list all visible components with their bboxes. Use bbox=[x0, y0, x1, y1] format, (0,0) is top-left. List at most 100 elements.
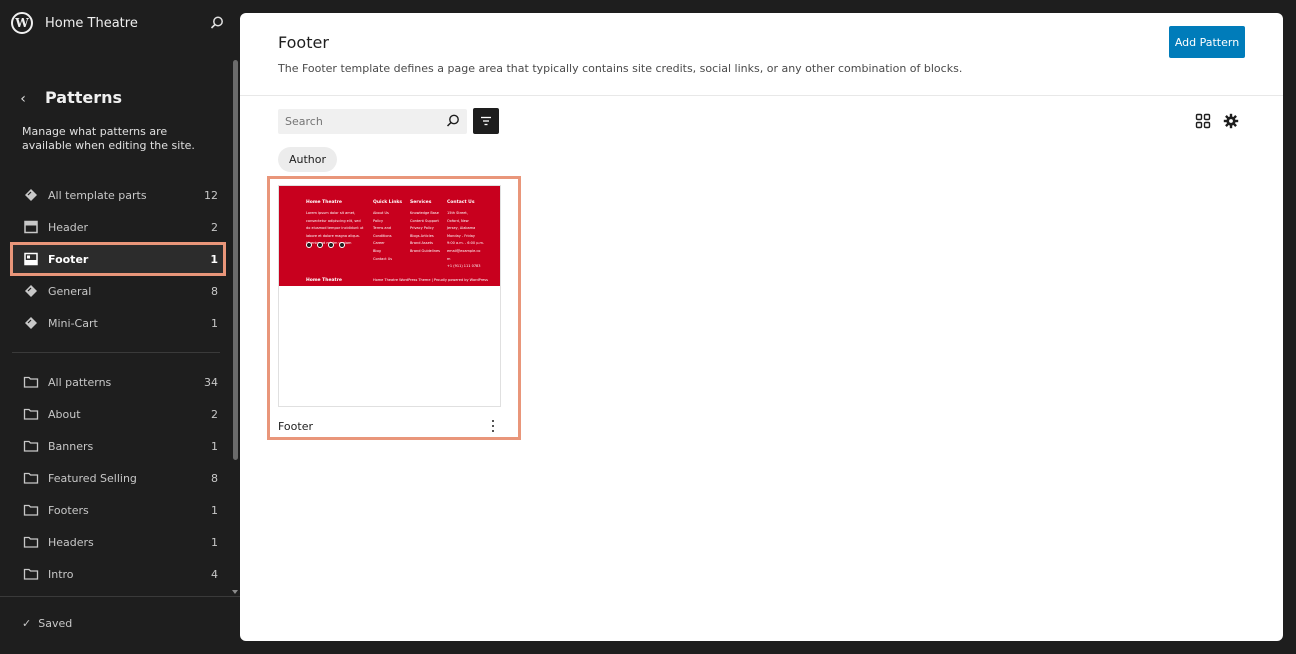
search-input[interactable] bbox=[278, 109, 438, 134]
preview-text: +1 (911) 111 0783 bbox=[447, 264, 481, 269]
sidebar-item-mini-cart[interactable]: Mini-Cart 1 bbox=[12, 308, 224, 338]
site-title[interactable]: Home Theatre bbox=[45, 16, 138, 31]
preview-text: 9:00 a.m. - 6:00 p.m. bbox=[447, 241, 485, 246]
sidebar-item-label: Intro bbox=[48, 567, 74, 581]
footer-preview: Home Theatre Lorem ipsum dolor sit amet,… bbox=[279, 186, 500, 286]
filter-icon bbox=[481, 116, 491, 126]
sidebar-item-count: 8 bbox=[211, 471, 218, 485]
preview-social-icons bbox=[306, 242, 345, 248]
pattern-card-title[interactable]: Footer bbox=[278, 420, 313, 433]
sidebar-item-about[interactable]: About 2 bbox=[12, 399, 224, 429]
folder-icon bbox=[22, 501, 40, 519]
preview-text: m bbox=[447, 256, 451, 261]
preview-text: consectetur adipiscing elit, sed bbox=[306, 218, 361, 223]
preview-footer-credit: Home Theatre WordPress Theme | Proudly p… bbox=[373, 278, 488, 282]
sidebar-scrollbar[interactable] bbox=[230, 48, 240, 596]
sidebar: W Home Theatre ‹ Patterns Manage what pa… bbox=[0, 0, 240, 654]
preview-link: Blogs Articles bbox=[410, 233, 434, 238]
search-icon[interactable] bbox=[445, 113, 461, 129]
sidebar-item-count: 1 bbox=[211, 535, 218, 549]
sidebar-item-count: 4 bbox=[211, 567, 218, 581]
sidebar-item-footers[interactable]: Footers 1 bbox=[12, 495, 224, 525]
preview-link: Brand Guidelines bbox=[410, 248, 440, 253]
sidebar-item-all-patterns[interactable]: All patterns 34 bbox=[12, 367, 224, 397]
sidebar-item-count: 1 bbox=[211, 316, 218, 330]
preview-text: labore et dolore magna aliqua. bbox=[306, 233, 360, 238]
preview-link: Blog bbox=[373, 248, 381, 253]
preview-link: Content Support bbox=[410, 218, 439, 223]
check-icon: ✓ bbox=[22, 617, 32, 630]
search-box bbox=[278, 109, 467, 134]
social-icon bbox=[339, 242, 345, 248]
scrollbar-thumb[interactable] bbox=[233, 60, 238, 460]
filter-button[interactable] bbox=[473, 108, 499, 134]
more-options-icon[interactable] bbox=[488, 418, 498, 434]
sidebar-item-general[interactable]: General 8 bbox=[12, 276, 224, 306]
folder-icon bbox=[22, 469, 40, 487]
sidebar-item-count: 12 bbox=[204, 188, 218, 202]
sidebar-divider bbox=[12, 352, 220, 353]
preview-link: Brand Assets bbox=[410, 241, 433, 246]
sidebar-item-intro[interactable]: Intro 4 bbox=[12, 559, 224, 589]
preview-link: Policy bbox=[373, 218, 384, 223]
footer-icon bbox=[22, 250, 40, 268]
page-description: The Footer template defines a page area … bbox=[278, 62, 963, 75]
sidebar-item-label: Mini-Cart bbox=[48, 316, 98, 330]
preview-link: About Us bbox=[373, 211, 389, 215]
grid-view-icon[interactable] bbox=[1194, 112, 1212, 130]
sidebar-item-label: General bbox=[48, 284, 92, 298]
sidebar-scroll-area: ‹ Patterns Manage what patterns are avai… bbox=[0, 60, 240, 595]
preview-quick-links: Quick Links About Us Policy Terms and Co… bbox=[373, 200, 402, 264]
preview-text: Lorem ipsum dolor sit amet, bbox=[306, 211, 356, 215]
sidebar-item-footer[interactable]: Footer 1 bbox=[10, 242, 226, 276]
social-icon bbox=[328, 242, 334, 248]
preview-link: Privacy Policy bbox=[410, 226, 434, 231]
preview-contact: Contact Us 15th Street, Oxford, New Jers… bbox=[447, 200, 484, 272]
author-filter-chip[interactable]: Author bbox=[278, 147, 338, 172]
header-icon bbox=[22, 218, 40, 236]
sidebar-item-count: 1 bbox=[210, 252, 218, 266]
sidebar-item-label: All template parts bbox=[48, 188, 147, 202]
preview-services: Services Knowledge Base Content Support … bbox=[410, 200, 440, 257]
sidebar-item-count: 1 bbox=[211, 439, 218, 453]
pattern-card[interactable]: Home Theatre Lorem ipsum dolor sit amet,… bbox=[267, 176, 521, 440]
back-chevron-icon[interactable]: ‹ bbox=[14, 89, 32, 109]
sidebar-item-label: Footer bbox=[48, 252, 89, 266]
preview-heading: Quick Links bbox=[373, 200, 403, 205]
sidebar-item-headers[interactable]: Headers 1 bbox=[12, 527, 224, 557]
symbol-icon bbox=[22, 186, 40, 204]
preview-text: Oxford, New bbox=[447, 218, 469, 223]
sidebar-item-count: 1 bbox=[211, 503, 218, 517]
sidebar-title: Patterns bbox=[45, 88, 123, 107]
sidebar-item-count: 34 bbox=[204, 375, 218, 389]
site-header: W Home Theatre bbox=[0, 0, 240, 48]
preview-footer-brand: Home Theatre bbox=[306, 278, 342, 283]
preview-text: email@example.co bbox=[447, 248, 481, 253]
pattern-preview[interactable]: Home Theatre Lorem ipsum dolor sit amet,… bbox=[278, 185, 501, 407]
social-icon bbox=[306, 242, 312, 248]
sidebar-item-banners[interactable]: Banners 1 bbox=[12, 431, 224, 461]
folder-icon bbox=[22, 437, 40, 455]
wordpress-logo-icon[interactable]: W bbox=[11, 12, 33, 34]
page-title: Footer bbox=[278, 33, 329, 52]
sidebar-item-count: 2 bbox=[211, 407, 218, 421]
add-pattern-button[interactable]: Add Pattern bbox=[1169, 26, 1245, 58]
preview-link: Conditions bbox=[373, 233, 392, 238]
gear-icon[interactable] bbox=[1222, 112, 1240, 130]
symbol-icon bbox=[22, 282, 40, 300]
sidebar-item-label: About bbox=[48, 407, 81, 421]
social-icon bbox=[317, 242, 323, 248]
preview-link: Contact Us bbox=[373, 256, 393, 261]
sidebar-item-all-template-parts[interactable]: All template parts 12 bbox=[12, 180, 224, 210]
save-status: ✓ Saved bbox=[22, 617, 72, 630]
sidebar-item-label: Featured Selling bbox=[48, 471, 137, 485]
preview-heading: Contact Us bbox=[447, 200, 475, 205]
sidebar-item-featured-selling[interactable]: Featured Selling 8 bbox=[12, 463, 224, 493]
folder-icon bbox=[22, 565, 40, 583]
sidebar-item-header[interactable]: Header 2 bbox=[12, 212, 224, 242]
preview-link: Career bbox=[373, 241, 385, 246]
search-icon[interactable] bbox=[209, 15, 225, 31]
scroll-down-icon[interactable] bbox=[232, 590, 238, 594]
sidebar-description: Manage what patterns are available when … bbox=[22, 125, 195, 152]
folder-icon bbox=[22, 373, 40, 391]
